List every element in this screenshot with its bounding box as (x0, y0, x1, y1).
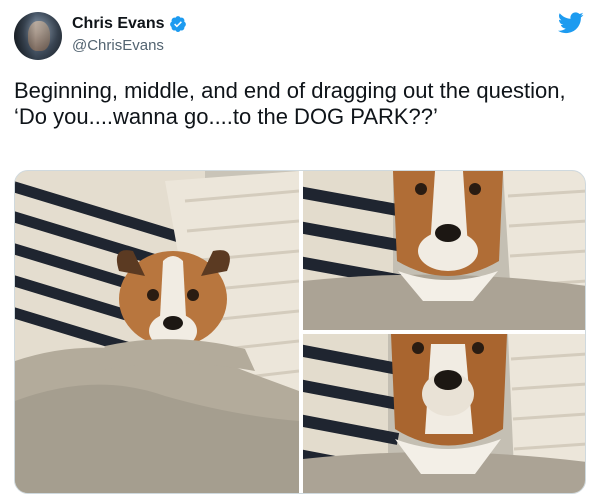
verified-badge-icon (170, 16, 187, 32)
author-name-row: Chris Evans (72, 14, 187, 34)
tweet-card: Chris Evans @ChrisEvans Beginning, middl… (0, 0, 600, 504)
twitter-bird-icon[interactable] (558, 12, 584, 34)
dog-head (393, 171, 503, 301)
tweet-text: Beginning, middle, and end of dragging o… (14, 78, 566, 129)
dog-head (391, 334, 507, 474)
author-avatar[interactable] (14, 12, 62, 60)
dog-photo-beginning (15, 171, 299, 493)
avatar-shade (14, 12, 62, 60)
author-handle[interactable]: @ChrisEvans (72, 35, 187, 57)
author-display-name[interactable]: Chris Evans (72, 14, 164, 34)
dog-photo-end (303, 334, 585, 493)
photo-middle[interactable] (303, 171, 585, 330)
dog-photo-middle (303, 171, 585, 330)
author-info: Chris Evans @ChrisEvans (72, 14, 187, 57)
photo-end[interactable] (303, 334, 585, 493)
photo-beginning[interactable] (15, 171, 299, 493)
media-grid (14, 170, 586, 494)
